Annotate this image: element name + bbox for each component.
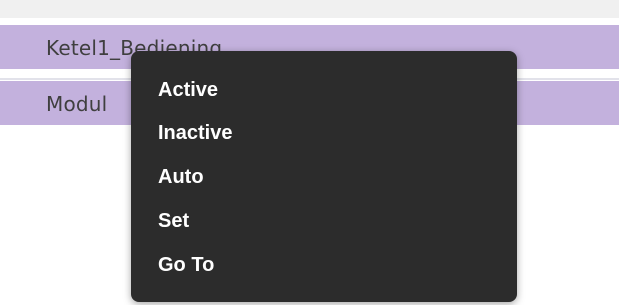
menu-item-active[interactable]: Active — [158, 72, 218, 108]
top-strip — [0, 0, 619, 18]
menu-item-auto[interactable]: Auto — [158, 159, 204, 195]
row-label: Modul — [46, 92, 108, 116]
menu-item-inactive[interactable]: Inactive — [158, 115, 232, 151]
context-menu: Active Inactive Auto Set Go To — [131, 51, 517, 302]
menu-item-go-to[interactable]: Go To — [158, 247, 214, 283]
menu-item-set[interactable]: Set — [158, 203, 189, 239]
